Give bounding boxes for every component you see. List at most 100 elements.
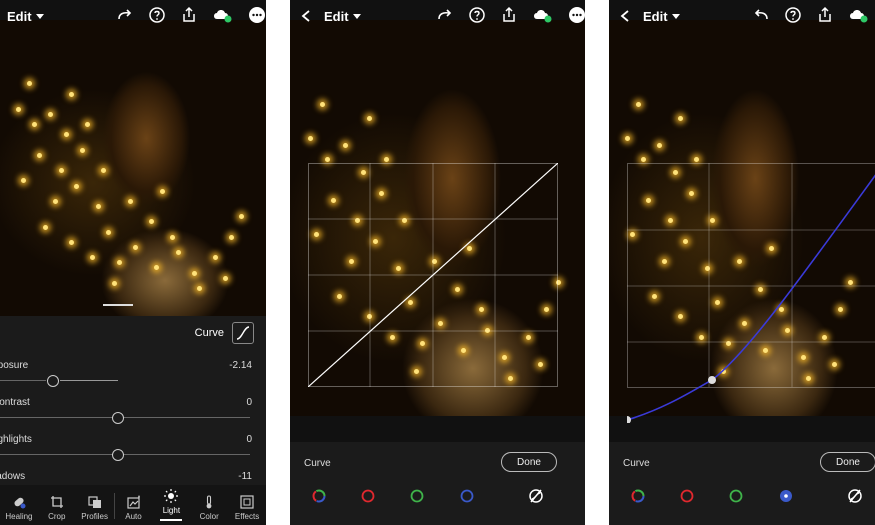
share-icon[interactable]	[500, 6, 518, 24]
back-icon[interactable]	[300, 9, 312, 23]
top-bar: Edit	[0, 0, 266, 32]
tab-color[interactable]: Color	[190, 485, 228, 525]
rgb-channel-icon[interactable]	[631, 489, 645, 503]
light-bulb	[101, 168, 107, 174]
redo-icon[interactable]	[116, 6, 134, 24]
curve-icon	[236, 326, 250, 340]
light-bulb	[42, 224, 48, 230]
tone-curve-grid[interactable]	[308, 163, 558, 387]
undo-icon[interactable]	[752, 6, 770, 24]
light-bulb	[694, 156, 700, 162]
auto-icon	[126, 495, 140, 509]
edit-label: Edit	[7, 8, 32, 24]
light-bulb	[47, 112, 53, 118]
light-bulb	[31, 122, 37, 128]
slider-knob[interactable]	[112, 412, 124, 424]
light-bulb	[90, 255, 96, 261]
share-icon[interactable]	[180, 6, 198, 24]
light-adjustments-panel: Curve Exposure -2.14 Contrast 0 Highligh…	[0, 316, 266, 485]
tab-auto[interactable]: Auto	[115, 485, 153, 525]
redo-icon[interactable]	[436, 6, 454, 24]
top-bar: Edit	[290, 0, 585, 32]
light-bulb	[74, 183, 80, 189]
share-icon[interactable]	[816, 6, 834, 24]
thermometer-icon	[206, 495, 212, 509]
red-channel-icon[interactable]	[680, 489, 694, 503]
red-channel-icon[interactable]	[361, 489, 375, 503]
light-bulb	[678, 115, 684, 121]
help-icon[interactable]	[784, 6, 802, 24]
cloud-sync-icon[interactable]	[212, 6, 234, 24]
curve-point[interactable]	[708, 376, 716, 384]
edit-menu[interactable]: Edit	[643, 9, 680, 24]
curve-label: Curve	[304, 458, 331, 469]
more-icon[interactable]	[248, 6, 266, 24]
slider-value: -2.14	[229, 360, 252, 371]
light-bulb	[15, 106, 21, 112]
light-bulb	[85, 122, 91, 128]
slider-value: 0	[246, 397, 252, 408]
light-bulb	[159, 188, 165, 194]
slider-label: Highlights	[0, 434, 32, 445]
done-button[interactable]: Done	[820, 452, 875, 472]
sun-icon	[164, 489, 179, 503]
reset-curve-icon[interactable]	[528, 488, 544, 504]
edit-menu[interactable]: Edit	[7, 9, 44, 24]
light-bulb	[228, 234, 234, 240]
cloud-sync-icon[interactable]	[532, 6, 554, 24]
blue-channel-icon[interactable]	[460, 489, 474, 503]
light-bulb	[191, 270, 197, 276]
light-bulb	[95, 204, 101, 210]
chevron-down-icon	[35, 13, 44, 19]
cloud-sync-icon[interactable]	[848, 6, 870, 24]
green-channel-icon[interactable]	[410, 489, 424, 503]
light-bulb	[196, 285, 202, 291]
light-bulb	[154, 265, 160, 271]
tab-profiles[interactable]: Profiles	[76, 485, 114, 525]
blue-tone-curve	[627, 174, 875, 421]
light-bulb	[69, 239, 75, 245]
tone-curve-grid[interactable]	[627, 163, 875, 423]
help-icon[interactable]	[148, 6, 166, 24]
light-edit-screen: Edit Curve Exposure -2.14 Contrast 0	[0, 0, 266, 525]
light-bulb	[624, 136, 630, 142]
blue-channel-icon-selected[interactable]	[779, 489, 793, 503]
reset-curve-icon[interactable]	[847, 488, 863, 504]
light-bulb	[239, 214, 245, 220]
light-bulb	[127, 198, 133, 204]
back-icon[interactable]	[619, 9, 631, 23]
light-bulb	[307, 136, 313, 142]
light-bulb	[21, 178, 27, 184]
drag-handle[interactable]	[103, 304, 133, 306]
curve-edit-screen-blue: Edit Curve Done	[609, 0, 875, 525]
curve-point[interactable]	[627, 416, 631, 423]
slider-label: Shadows	[0, 471, 26, 482]
light-bulb	[79, 147, 85, 153]
edit-menu[interactable]: Edit	[324, 9, 361, 24]
light-bulb	[117, 260, 123, 266]
tab-light[interactable]: Light	[152, 485, 190, 525]
slider-knob[interactable]	[47, 375, 59, 387]
slider-label: Contrast	[0, 397, 30, 408]
tab-crop[interactable]: Crop	[38, 485, 76, 525]
more-icon[interactable]	[568, 6, 585, 24]
done-button[interactable]: Done	[501, 452, 557, 472]
light-bulb	[384, 156, 390, 162]
curve-button[interactable]	[232, 322, 254, 344]
rgb-channel-icon[interactable]	[312, 489, 326, 503]
slider-value: -11	[238, 471, 252, 482]
slider-label: Exposure	[0, 360, 29, 371]
chevron-down-icon	[671, 13, 680, 19]
edit-label: Edit	[643, 8, 668, 24]
light-bulb	[26, 81, 32, 87]
light-bulb	[148, 219, 154, 225]
crop-icon	[50, 496, 63, 508]
tab-effects[interactable]: Effects	[228, 485, 266, 525]
help-icon[interactable]	[468, 6, 486, 24]
light-bulb	[170, 234, 176, 240]
profiles-icon	[88, 496, 101, 508]
slider-knob[interactable]	[112, 449, 124, 461]
green-channel-icon[interactable]	[729, 489, 743, 503]
tool-tab-bar: Healing Crop Profiles Auto Light Color E…	[0, 485, 266, 525]
tab-healing[interactable]: Healing	[0, 485, 38, 525]
